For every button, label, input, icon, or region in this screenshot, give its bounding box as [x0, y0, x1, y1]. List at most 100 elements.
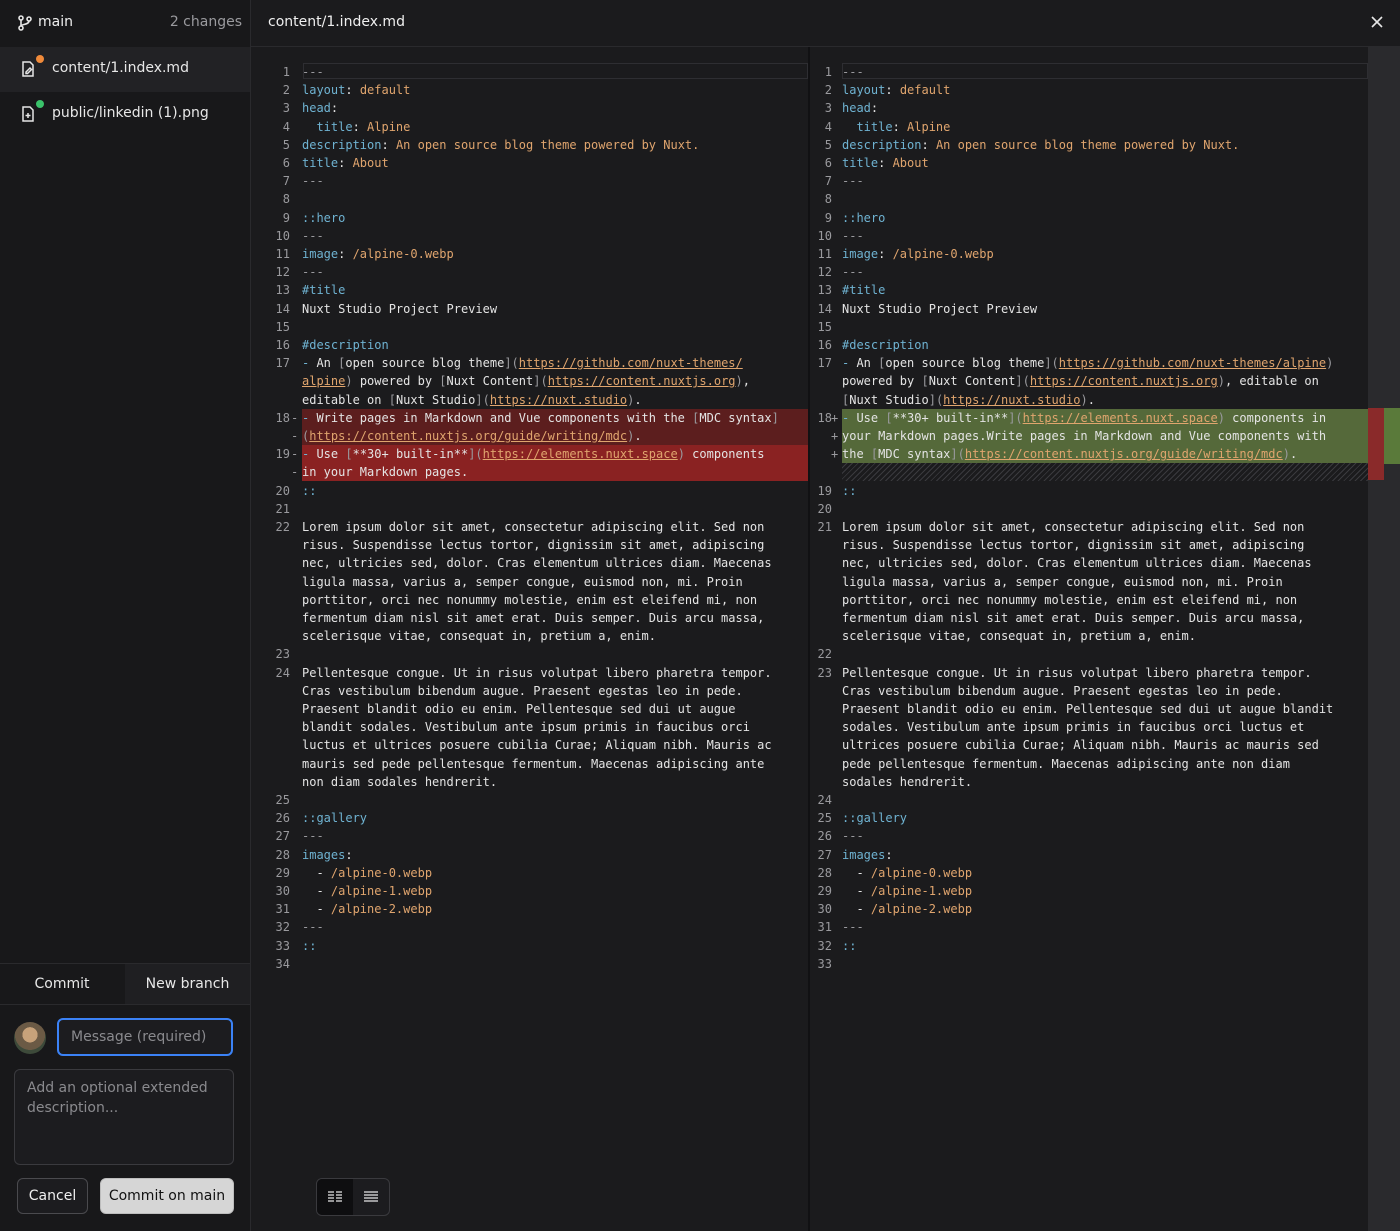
diff-line[interactable]: 1 ---: [810, 63, 1368, 81]
diff-line[interactable]: 28 - /alpine-0.webp: [810, 864, 1368, 882]
diff-line[interactable]: 13 #title: [810, 281, 1368, 299]
diff-line[interactable]: + the [MDC syntax](https://content.nuxtjs…: [810, 445, 1368, 464]
split-view-button[interactable]: [317, 1179, 353, 1215]
diff-line[interactable]: 3 head:: [810, 99, 1368, 117]
diff-line[interactable]: 26 ---: [810, 827, 1368, 845]
diff-line[interactable]: luctus et ultrices posuere cubilia Curae…: [251, 736, 808, 754]
diff-line[interactable]: 31 - /alpine-2.webp: [251, 900, 808, 918]
diff-line[interactable]: 24 Pellentesque congue. Ut in risus volut…: [251, 664, 808, 682]
diff-line[interactable]: risus. Suspendisse lectus tortor, dignis…: [810, 536, 1368, 554]
diff-line[interactable]: 26::gallery: [251, 809, 808, 827]
diff-line[interactable]: powered by [Nuxt Content](https://conten…: [810, 372, 1368, 390]
tab-commit[interactable]: Commit: [0, 964, 124, 1004]
diff-line[interactable]: porttitor, orci nec nonummy molestie, en…: [251, 591, 808, 609]
diff-line[interactable]: 14 Nuxt Studio Project Preview: [251, 300, 808, 318]
diff-line[interactable]: 16 #description: [810, 336, 1368, 354]
diff-line[interactable]: fermentum diam nisl sit amet erat. Duis …: [251, 609, 808, 627]
diff-line[interactable]: Cras vestibulum bibendum augue. Praesent…: [810, 682, 1368, 700]
diff-line[interactable]: ligula massa, varius a, semper congue, e…: [251, 573, 808, 591]
diff-line[interactable]: + your Markdown pages.Write pages in Mark…: [810, 427, 1368, 445]
diff-line[interactable]: 31 ---: [810, 918, 1368, 936]
diff-line[interactable]: 27 images:: [810, 846, 1368, 864]
diff-line[interactable]: 11 image: /alpine-0.webp: [810, 245, 1368, 263]
diff-line[interactable]: 15: [810, 318, 1368, 336]
diff-line[interactable]: 15: [251, 318, 808, 336]
diff-line[interactable]: alpine) powered by [Nuxt Content](https:…: [251, 372, 808, 390]
diff-line[interactable]: 10 ---: [810, 227, 1368, 245]
overview-scrollbar[interactable]: [1368, 47, 1400, 1231]
diff-line[interactable]: nec, ultricies sed, dolor. Cras elementu…: [810, 554, 1368, 572]
diff-line[interactable]: 25: [251, 791, 808, 809]
diff-line[interactable]: 22 Lorem ipsum dolor sit amet, consectetu…: [251, 518, 808, 536]
diff-line[interactable]: 27 ---: [251, 827, 808, 845]
diff-line[interactable]: 6 title: About: [251, 154, 808, 172]
diff-line[interactable]: 18- - Write pages in Markdown and Vue com…: [251, 408, 808, 427]
diff-line[interactable]: 29 - /alpine-0.webp: [251, 864, 808, 882]
diff-line[interactable]: sodales. Vestibulum ante ipsum primis in…: [810, 718, 1368, 736]
diff-line[interactable]: 13 #title: [251, 281, 808, 299]
diff-line[interactable]: 6 title: About: [810, 154, 1368, 172]
diff-line[interactable]: 33::: [251, 937, 808, 955]
diff-line[interactable]: nec, ultricies sed, dolor. Cras elementu…: [251, 554, 808, 572]
diff-line[interactable]: 29 - /alpine-1.webp: [810, 882, 1368, 900]
diff-line[interactable]: 1 ---: [251, 63, 808, 81]
diff-line[interactable]: pede pellentesque fermentum. Maecenas ad…: [810, 755, 1368, 773]
diff-line[interactable]: 8: [810, 190, 1368, 208]
unified-view-button[interactable]: [353, 1179, 389, 1215]
diff-line[interactable]: - (https://content.nuxtjs.org/guide/writi…: [251, 427, 808, 445]
diff-line[interactable]: 9::hero: [810, 209, 1368, 227]
diff-line[interactable]: blandit sodales. Vestibulum ante ipsum p…: [251, 718, 808, 736]
diff-line[interactable]: 32 ---: [251, 918, 808, 936]
diff-line[interactable]: 30 - /alpine-1.webp: [251, 882, 808, 900]
diff-line[interactable]: 3 head:: [251, 99, 808, 117]
diff-line[interactable]: 11 image: /alpine-0.webp: [251, 245, 808, 263]
diff-line[interactable]: 21: [251, 500, 808, 518]
diff-line[interactable]: 9::hero: [251, 209, 808, 227]
diff-line[interactable]: [Nuxt Studio](https://nuxt.studio).: [810, 391, 1368, 409]
diff-line[interactable]: 7 ---: [251, 172, 808, 190]
diff-line[interactable]: 4 title: Alpine: [251, 118, 808, 136]
diff-line[interactable]: 32::: [810, 937, 1368, 955]
diff-line[interactable]: 20: [810, 500, 1368, 518]
diff-line[interactable]: 12 ---: [251, 263, 808, 281]
cancel-button[interactable]: Cancel: [17, 1178, 88, 1214]
tab-new-branch[interactable]: New branch: [125, 964, 250, 1004]
diff-line[interactable]: 19::: [810, 482, 1368, 500]
branch-name[interactable]: main: [38, 14, 73, 30]
diff-line[interactable]: 19- - Use [**30+ built-in**](https://elem…: [251, 445, 808, 464]
diff-line[interactable]: 21 Lorem ipsum dolor sit amet, consectetu…: [810, 518, 1368, 536]
diff-line[interactable]: 2 layout: default: [810, 81, 1368, 99]
diff-line[interactable]: 23 Pellentesque congue. Ut in risus volut…: [810, 664, 1368, 682]
diff-line[interactable]: 8: [251, 190, 808, 208]
diff-line[interactable]: 16 #description: [251, 336, 808, 354]
modified-pane[interactable]: 1 --- 2 layout: default 3 head: 4 title: Alpin…: [810, 47, 1368, 1231]
diff-line[interactable]: mauris sed pede pellentesque fermentum. …: [251, 755, 808, 773]
diff-line[interactable]: 30 - /alpine-2.webp: [810, 900, 1368, 918]
diff-line[interactable]: 5 description: An open source blog theme …: [810, 136, 1368, 154]
diff-line[interactable]: ligula massa, varius a, semper congue, e…: [810, 573, 1368, 591]
diff-line[interactable]: risus. Suspendisse lectus tortor, dignis…: [251, 536, 808, 554]
commit-description-input[interactable]: [14, 1069, 234, 1165]
diff-line[interactable]: 10 ---: [251, 227, 808, 245]
diff-line[interactable]: [810, 463, 1368, 482]
diff-line[interactable]: non diam sodales hendrerit.: [251, 773, 808, 791]
commit-message-input[interactable]: [57, 1018, 233, 1056]
diff-line[interactable]: 7 ---: [810, 172, 1368, 190]
diff-line[interactable]: 24: [810, 791, 1368, 809]
diff-line[interactable]: 4 title: Alpine: [810, 118, 1368, 136]
diff-line[interactable]: Praesent blandit odio eu enim. Pellentes…: [810, 700, 1368, 718]
diff-line[interactable]: porttitor, orci nec nonummy molestie, en…: [810, 591, 1368, 609]
diff-line[interactable]: editable on [Nuxt Studio](https://nuxt.s…: [251, 391, 808, 409]
diff-line[interactable]: 23: [251, 645, 808, 663]
diff-line[interactable]: Praesent blandit odio eu enim. Pellentes…: [251, 700, 808, 718]
diff-line[interactable]: 12 ---: [810, 263, 1368, 281]
diff-line[interactable]: 18 + - Use [**30+ built-in**](https://elem…: [810, 408, 1368, 427]
changed-file-item[interactable]: content/1.index.md: [0, 47, 250, 92]
diff-line[interactable]: sodales hendrerit.: [810, 773, 1368, 791]
diff-line[interactable]: ultrices posuere cubilia Curae; Aliquam …: [810, 736, 1368, 754]
diff-line[interactable]: 28 images:: [251, 846, 808, 864]
diff-line[interactable]: fermentum diam nisl sit amet erat. Duis …: [810, 609, 1368, 627]
diff-line[interactable]: 20::: [251, 482, 808, 500]
diff-line[interactable]: 34: [251, 955, 808, 973]
diff-line[interactable]: - in your Markdown pages.: [251, 463, 808, 482]
